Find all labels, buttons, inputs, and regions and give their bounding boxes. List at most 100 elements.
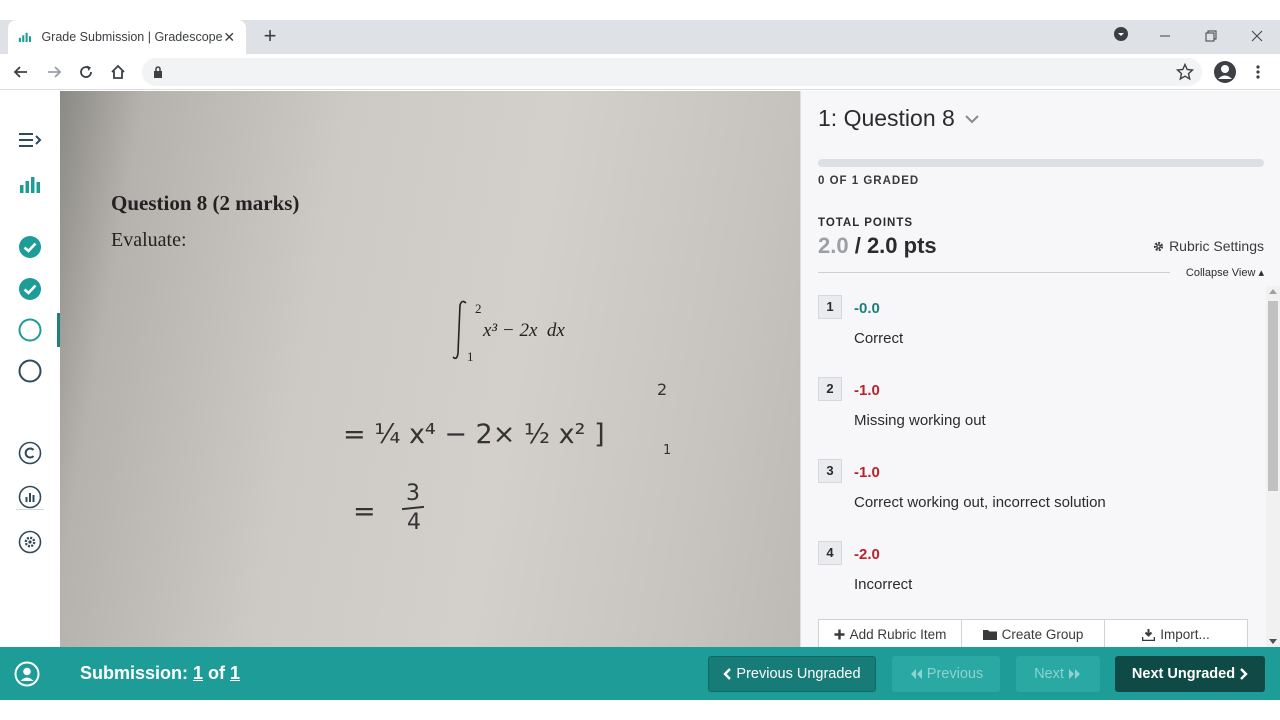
points-separator: / [848, 233, 867, 258]
close-window-icon[interactable] [1245, 25, 1269, 49]
statistics-bars-icon[interactable] [18, 172, 42, 196]
rubric-points: -2.0 [854, 546, 880, 563]
question-title[interactable]: 1: Question 8 [818, 105, 955, 132]
user-circle-icon[interactable] [14, 661, 40, 687]
settings-gear-icon[interactable] [18, 530, 42, 554]
regrade-icon[interactable] [18, 441, 42, 465]
integrand: x³ − 2x dx [483, 320, 565, 341]
next-ungraded-button[interactable]: Next Ungraded [1115, 656, 1265, 692]
previous-ungraded-button[interactable]: Previous Ungraded [708, 656, 876, 692]
rubric-key[interactable]: 2 [818, 377, 842, 401]
grading-progress-bar [818, 159, 1264, 167]
next-button[interactable]: Next [1016, 656, 1100, 692]
rubric-key[interactable]: 3 [818, 459, 842, 483]
rubric-item[interactable]: 2 -1.0 Missing working out [818, 375, 1264, 457]
restore-icon[interactable] [1199, 25, 1223, 49]
rubric-description: Correct [854, 330, 904, 347]
url-field[interactable] [142, 58, 1202, 86]
previous-ungraded-label: Previous Ungraded [736, 666, 861, 682]
import-button[interactable]: Import... [1105, 620, 1247, 649]
previous-button[interactable]: Previous [892, 656, 1000, 692]
rubric-key[interactable]: 1 [818, 295, 842, 319]
profile-dropdown-icon[interactable] [1109, 25, 1133, 49]
gear-icon [1153, 241, 1164, 251]
create-group-label: Create Group [1001, 627, 1084, 642]
handwritten-line-1: = ¼ x⁴ − 2× ½ x² ] [343, 419, 605, 450]
submission-of: of [203, 663, 231, 683]
new-tab-button[interactable]: + [258, 25, 282, 49]
total-points-label: TOTAL POINTS [818, 217, 914, 229]
scroll-up-icon[interactable] [1269, 288, 1277, 294]
total-points-value: 2.0 / 2.0 pts [818, 233, 937, 259]
grading-panel: 1: Question 8 0 OF 1 GRADED TOTAL POINTS… [800, 91, 1280, 649]
rail-divider [16, 509, 44, 510]
ungraded-circle-icon[interactable] [18, 359, 42, 383]
chevron-left-icon [723, 668, 732, 680]
folder-icon [982, 630, 997, 640]
rubric-item[interactable]: 1 -0.0 Correct [818, 293, 1264, 375]
handwritten-equals: = [353, 496, 376, 527]
tab-title: Grade Submission | Gradescope [41, 30, 223, 44]
rubric-item[interactable]: 4 -2.0 Incorrect [818, 539, 1264, 621]
question-instruction: Evaluate: [111, 229, 187, 251]
earned-points: 2.0 [818, 233, 849, 258]
handwritten-upper-bound: 2 [657, 380, 668, 399]
left-rail [0, 91, 60, 647]
browser-tab[interactable]: Grade Submission | Gradescope ✕ [8, 20, 246, 54]
handwritten-answer-numerator: 3 [406, 481, 420, 506]
submission-current[interactable]: 1 [193, 663, 203, 683]
submission-image: Question 8 (2 marks) Evaluate: 2 1 x³ − … [60, 91, 800, 647]
tab-bar: Grade Submission | Gradescope ✕ + [0, 20, 1280, 54]
scroll-down-icon[interactable] [1269, 639, 1277, 645]
bottom-bar: Submission: 1 of 1 Previous Ungraded Pre… [0, 647, 1280, 700]
add-rubric-item-button[interactable]: Add Rubric Item [819, 620, 962, 649]
browser-menu-icon[interactable] [1245, 59, 1271, 85]
home-icon[interactable] [105, 59, 131, 85]
rubric-description: Incorrect [854, 576, 913, 593]
bookmark-star-icon[interactable] [1172, 59, 1198, 85]
create-group-button[interactable]: Create Group [962, 620, 1105, 649]
plus-icon [834, 629, 845, 640]
account-avatar-icon[interactable] [1212, 59, 1238, 85]
download-icon [1142, 628, 1156, 641]
minimize-icon[interactable] [1153, 25, 1177, 49]
previous-label: Previous [926, 666, 984, 682]
expand-menu-icon[interactable] [18, 128, 42, 152]
rubric-key[interactable]: 4 [818, 541, 842, 565]
top-strip [0, 0, 1280, 20]
points-divider [818, 272, 1170, 273]
ungraded-circle-icon[interactable] [18, 318, 42, 342]
back-icon[interactable] [8, 59, 34, 85]
rubric-description: Missing working out [854, 412, 986, 429]
rubric-actions: Add Rubric Item Create Group Import... [818, 619, 1248, 649]
collapse-view-button[interactable]: Collapse View ▴ [1186, 266, 1264, 279]
forward-icon[interactable] [41, 59, 67, 85]
double-chevron-right-icon [1068, 669, 1080, 679]
integral-lower-limit: 1 [467, 349, 474, 364]
rubric-settings-label: Rubric Settings [1169, 238, 1264, 254]
rubric-settings-button[interactable]: Rubric Settings [1152, 238, 1264, 254]
graded-check-icon[interactable] [18, 277, 42, 301]
graded-check-icon[interactable] [18, 235, 42, 259]
add-rubric-item-label: Add Rubric Item [849, 627, 947, 642]
rubric-points: -1.0 [854, 382, 880, 399]
reload-icon[interactable] [73, 59, 99, 85]
rubric-points: -1.0 [854, 464, 880, 481]
max-points: 2.0 pts [866, 233, 937, 258]
double-chevron-left-icon [910, 669, 922, 679]
handwritten-answer-denominator: 4 [407, 510, 421, 535]
rubric-points: -0.0 [854, 300, 880, 317]
scrollbar-thumb[interactable] [1268, 301, 1278, 491]
tab-close-icon[interactable]: ✕ [223, 29, 236, 46]
integral-upper-limit: 2 [475, 301, 482, 316]
submission-counter: Submission: 1 of 1 [80, 663, 240, 684]
submission-count: 1 [230, 663, 241, 683]
next-ungraded-label: Next Ungraded [1131, 666, 1236, 682]
import-label: Import... [1160, 627, 1210, 642]
chevron-down-icon[interactable] [961, 107, 983, 129]
rubric-item[interactable]: 3 -1.0 Correct working out, incorrect so… [818, 457, 1264, 539]
address-bar [0, 54, 1280, 90]
question-heading: Question 8 (2 marks) [111, 191, 300, 215]
gradescope-favicon-icon [18, 32, 32, 43]
chart-circle-icon[interactable] [18, 485, 42, 509]
